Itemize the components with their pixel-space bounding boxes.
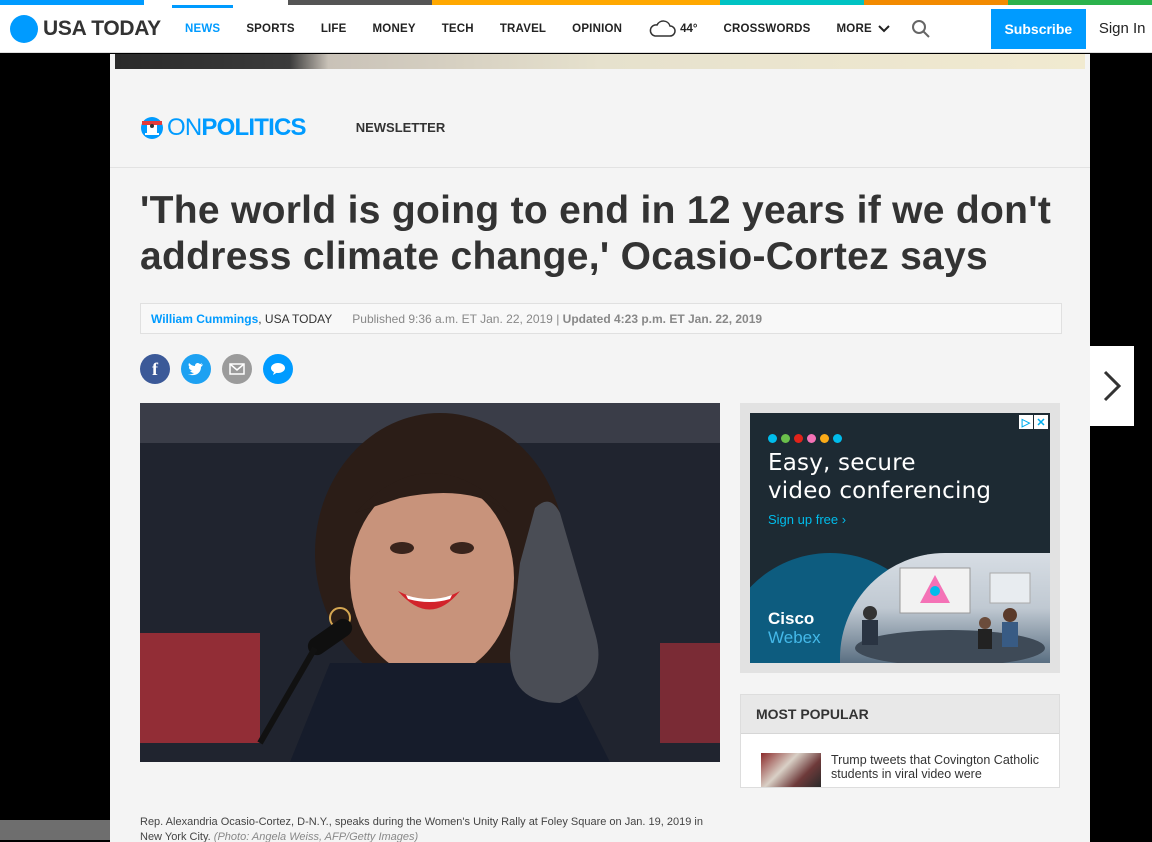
nav-more[interactable]: MORE	[824, 5, 903, 53]
weather-temp: 44°	[680, 22, 698, 35]
section-header: ONPOLITICS NEWSLETTER	[110, 88, 1090, 168]
onpolitics-politics: POLITICS	[201, 113, 306, 141]
ad-headline: Easy, secure video conferencing	[768, 449, 991, 505]
twitter-icon	[188, 362, 203, 376]
onpolitics-logo[interactable]: ONPOLITICS	[167, 114, 306, 142]
logo-dot-icon	[10, 14, 38, 43]
nav-opinion[interactable]: OPINION	[559, 5, 635, 53]
comment-share-button[interactable]	[263, 354, 293, 384]
photo-credit: (Photo: Angela Weiss, AFP/Getty Images)	[213, 831, 419, 842]
ad-signup-link[interactable]: Sign up free ›	[768, 512, 846, 527]
article-headline: 'The world is going to end in 12 years i…	[140, 189, 1052, 278]
ad-brand: Cisco Webex	[768, 609, 821, 647]
onpolitics-on: ON	[167, 113, 202, 141]
article-page: ONPOLITICS NEWSLETTER 'The world is goin…	[110, 54, 1090, 842]
published-time: Published 9:36 a.m. ET Jan. 22, 2019 |	[352, 311, 563, 326]
usa-today-logo[interactable]: USA TODAY	[0, 14, 172, 43]
popular-item-title[interactable]: Trump tweets that Covington Catholic stu…	[831, 753, 1051, 787]
ad-brand-webex: Webex	[768, 628, 821, 647]
facebook-icon: f	[152, 358, 158, 379]
most-popular-widget: MOST POPULAR Trump tweets that Covington…	[740, 694, 1060, 788]
email-icon	[229, 363, 245, 375]
chevron-right-icon	[1103, 370, 1122, 402]
article-content: ▷ ✕ Easy, secure video conferencing Sign…	[110, 403, 1090, 788]
email-share-button[interactable]	[222, 354, 252, 384]
sign-in-link[interactable]: Sign In	[1086, 20, 1146, 37]
popular-item-thumbnail[interactable]	[761, 753, 821, 787]
adchoices-icon[interactable]: ▷	[1019, 415, 1033, 429]
cisco-webex-ad[interactable]: ▷ ✕ Easy, secure video conferencing Sign…	[750, 413, 1050, 663]
popular-item[interactable]: Trump tweets that Covington Catholic stu…	[741, 734, 1059, 787]
ad-container: ▷ ✕ Easy, secure video conferencing Sign…	[740, 403, 1060, 673]
nav-sports[interactable]: SPORTS	[233, 5, 308, 53]
top-navigation: USA TODAY NEWS SPORTS LIFE MONEY TECH TR…	[0, 4, 1152, 53]
photo-caption: Rep. Alexandria Ocasio-Cortez, D-N.Y., s…	[140, 815, 720, 842]
subscribe-button[interactable]: Subscribe	[990, 8, 1086, 49]
ad-close-icon[interactable]: ✕	[1034, 415, 1048, 429]
top-promo-strip	[110, 54, 1090, 88]
publish-time: Published 9:36 a.m. ET Jan. 22, 2019 | U…	[352, 312, 762, 326]
nav-money[interactable]: MONEY	[360, 5, 429, 53]
weather-widget[interactable]: 44°	[635, 19, 710, 38]
nav-life[interactable]: LIFE	[308, 5, 360, 53]
speaker-photo-illustration	[140, 403, 720, 762]
share-buttons: f	[140, 354, 1090, 384]
chevron-down-icon	[878, 24, 890, 32]
logo-text: USA TODAY	[43, 16, 161, 40]
most-popular-title: MOST POPULAR	[741, 695, 1059, 734]
ad-headline-line2: video conferencing	[768, 478, 992, 504]
author-link[interactable]: William Cummings	[151, 312, 258, 326]
byline: William Cummings , USA TODAY Published 9…	[140, 303, 1062, 334]
nav-travel[interactable]: TRAVEL	[487, 5, 559, 53]
nav-tech[interactable]: TECH	[429, 5, 487, 53]
search-icon	[911, 19, 930, 38]
search-button[interactable]	[903, 5, 945, 53]
ad-choices[interactable]: ▷ ✕	[1018, 415, 1048, 429]
twitter-share-button[interactable]	[181, 354, 211, 384]
byline-outlet: , USA TODAY	[258, 311, 333, 326]
facebook-share-button[interactable]: f	[140, 354, 170, 384]
horizontal-scrollbar[interactable]	[0, 820, 110, 840]
ad-brand-cisco: Cisco	[768, 609, 815, 628]
updated-time: Updated 4:23 p.m. ET Jan. 22, 2019	[562, 311, 763, 326]
promo-image[interactable]	[115, 54, 1085, 69]
article-photo[interactable]	[140, 403, 720, 762]
cloud-icon	[649, 19, 676, 37]
right-sidebar: ▷ ✕ Easy, secure video conferencing Sign…	[740, 403, 1060, 788]
next-article-button[interactable]	[1090, 346, 1134, 426]
ad-headline-line1: Easy, secure	[768, 450, 916, 476]
ad-color-dots	[768, 434, 846, 443]
newsletter-link[interactable]: NEWSLETTER	[356, 120, 446, 135]
nav-news[interactable]: NEWS	[172, 4, 234, 53]
onpolitics-capitol-icon	[141, 116, 163, 139]
nav-more-label: MORE	[836, 22, 872, 35]
comment-icon	[271, 363, 285, 375]
nav-crosswords[interactable]: CROSSWORDS	[711, 5, 824, 53]
